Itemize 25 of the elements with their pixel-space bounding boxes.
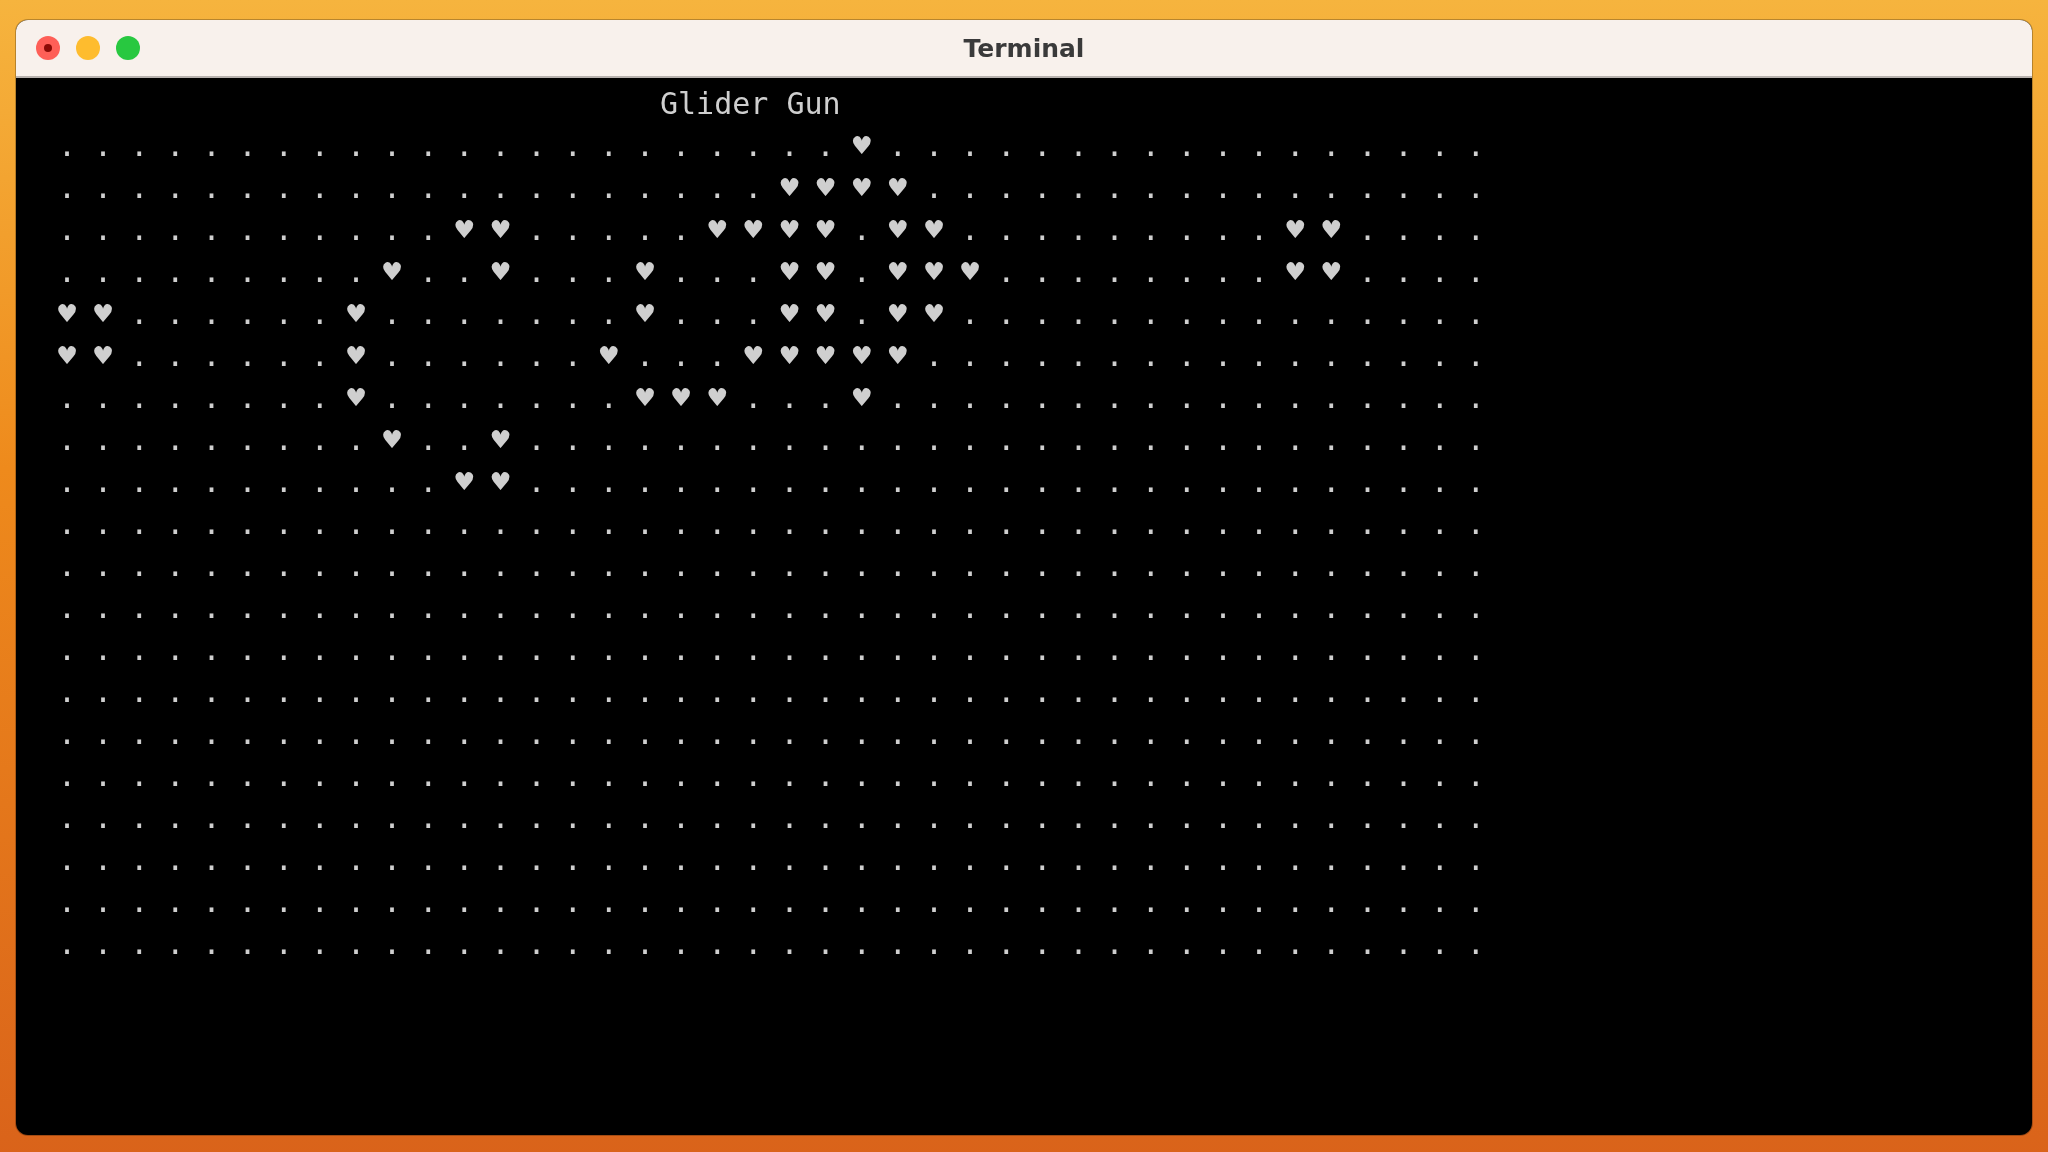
terminal-line: . . . . . . . . . . . . . . . . . . . . . . . . . . . . . . . . . . . . . . . . (58, 800, 1485, 835)
terminal-line: . . . . . . . . . . . . . . . . . . . . . . . . . . . . . . . . . . . . . . . . (58, 674, 1485, 709)
terminal-line: . . . . . . . . . . . . . . . . . . . . . . . . . . . . . . . . . . . . . . . . (58, 758, 1485, 793)
terminal-heading: Glider Gun (660, 86, 841, 121)
terminal-line: . . . . . . . . . . . . . . . . . . . . . . . . . . . . . . . . . . . . . . . . (58, 884, 1485, 919)
terminal-line: . . . . . . . . . ♥ . . ♥ . . . . . . . . . . . . . . . . . . . . . . . . . . . (58, 422, 1485, 457)
terminal-line: ♥ ♥ . . . . . . ♥ . . . . . . ♥ . . . ♥ ♥ ♥ ♥ ♥ . . . . . . . . . . . . . . . . (58, 338, 1485, 373)
terminal-line: . . . . . . . . . . . . . . . . . . . . . . . . . . . . . . . . . . . . . . . . (58, 548, 1485, 583)
terminal-line: . . . . . . . . . . . . . . . . . . . . . . . . . . . . . . . . . . . . . . . . (58, 926, 1485, 961)
terminal-line: . . . . . . . . . . . . . . . . . . . . . . . . . . . . . . . . . . . . . . . . (58, 632, 1485, 667)
minimize-button[interactable] (76, 36, 100, 60)
terminal-line: . . . . . . . . . . . ♥ ♥ . . . . . ♥ ♥ ♥ ♥ . ♥ ♥ . . . . . . . . . ♥ ♥ . . . . (58, 212, 1485, 247)
terminal-line: . . . . . . . . . . . . . . . . . . . . . . . . . . . . . . . . . . . . . . . . (58, 842, 1485, 877)
window-title: Terminal (963, 33, 1085, 63)
zoom-button[interactable] (116, 36, 140, 60)
terminal-line: . . . . . . . . . . . . . . . . . . . . . . . . . . . . . . . . . . . . . . . . (58, 506, 1485, 541)
terminal-line: . . . . . . . . ♥ . . . . . . . ♥ ♥ ♥ . . . ♥ . . . . . . . . . . . . . . . . . (58, 380, 1485, 415)
terminal-line: . . . . . . . . . . . ♥ ♥ . . . . . . . . . . . . . . . . . . . . . . . . . . . (58, 464, 1485, 499)
terminal-line: . . . . . . . . . . . . . . . . . . . . . . . . . . . . . . . . . . . . . . . . (58, 590, 1485, 625)
terminal-line: . . . . . . . . . . . . . . . . . . . . . . . . . . . . . . . . . . . . . . . . (58, 716, 1485, 751)
terminal-line: . . . . . . . . . . . . . . . . . . . . . . ♥ . . . . . . . . . . . . . . . . . (58, 128, 1485, 163)
terminal-line: ♥ ♥ . . . . . . ♥ . . . . . . . ♥ . . . ♥ ♥ . ♥ ♥ . . . . . . . . . . . . . . . (58, 296, 1485, 331)
terminal-line: . . . . . . . . . . . . . . . . . . . . ♥ ♥ ♥ ♥ . . . . . . . . . . . . . . . . (58, 170, 1485, 205)
close-button[interactable] (36, 36, 60, 60)
terminal-line: . . . . . . . . . ♥ . . ♥ . . . ♥ . . . ♥ ♥ . ♥ ♥ ♥ . . . . . . . . ♥ ♥ . . . . (58, 254, 1485, 289)
